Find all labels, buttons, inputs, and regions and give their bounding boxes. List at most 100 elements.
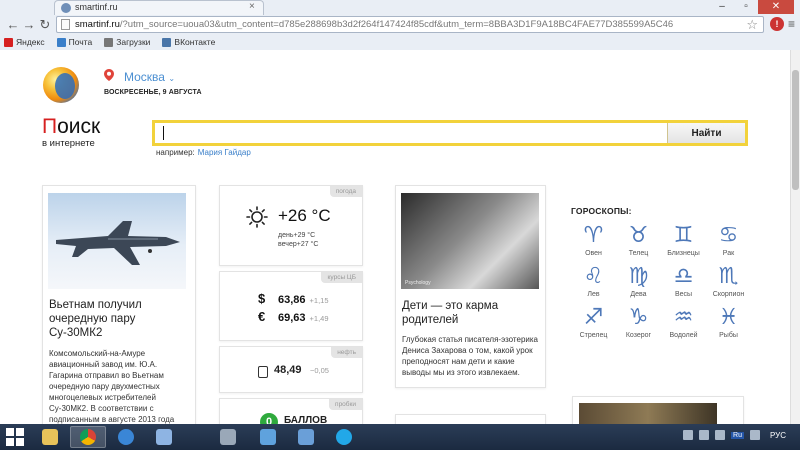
promo-card[interactable] [572, 396, 744, 424]
app-icon[interactable] [250, 426, 286, 448]
bookmark-star-icon[interactable]: ☆ [746, 17, 758, 33]
widget-tag: пробки [329, 399, 362, 410]
traffic-label: БАЛЛОВ [284, 415, 328, 424]
site-logo-icon[interactable] [43, 67, 79, 103]
horoscope-sign[interactable]: ♋ Рак [706, 223, 751, 258]
horoscope-sign[interactable]: ♒ Водолей [661, 305, 706, 340]
zodiac-icon: ♓ [718, 305, 739, 330]
eur-rate-row: € 69,63 +1,49 [258, 309, 329, 324]
translator-icon[interactable] [288, 426, 324, 448]
news-card[interactable]: Вьетнам получил очередную пару Су-30МК2 … [42, 185, 196, 424]
bookmarks-bar: Яндекс Почта Загрузки ВКонтакте [4, 36, 215, 48]
start-button-icon[interactable] [6, 428, 24, 446]
volume-icon[interactable] [715, 430, 726, 440]
rates-widget[interactable]: курсы ЦБ $ 63,86 +1,15 € 69,63 +1,49 [219, 271, 363, 341]
chevron-down-icon: ⌄ [168, 74, 176, 83]
traffic-widget[interactable]: пробки 0 БАЛЛОВ [219, 398, 363, 424]
maximize-icon[interactable]: ▫ [734, 0, 758, 14]
zodiac-icon: ♌ [583, 264, 604, 289]
horoscope-sign[interactable]: ♍ Дева [616, 265, 661, 299]
sign-name: Водолей [669, 332, 698, 339]
browser-tab[interactable]: smartinf.ru × [54, 0, 264, 15]
sign-name: Рыбы [719, 332, 738, 339]
horoscope-sign[interactable]: ♐ Стрелец [571, 306, 616, 340]
chrome-icon[interactable] [70, 426, 106, 448]
bookmark-item[interactable]: Почта [56, 36, 93, 48]
horoscope-sign[interactable]: ♈ Овен [571, 223, 616, 258]
extension-icon[interactable]: ! [770, 17, 784, 31]
network-icon[interactable] [749, 430, 760, 440]
zodiac-icon: ♏ [718, 264, 739, 289]
article-card[interactable]: Psychology Дети — это карма родителей Гл… [395, 185, 546, 388]
eur-rate: 69,63 [278, 312, 306, 324]
sign-name: Дева [630, 291, 647, 298]
eur-delta: +1,49 [309, 314, 329, 323]
scrollbar-thumb[interactable] [792, 70, 799, 190]
oil-barrel-icon [258, 366, 268, 378]
article-card-next[interactable] [395, 414, 546, 424]
tab-close-icon[interactable]: × [249, 1, 255, 12]
sign-name: Лев [587, 291, 600, 298]
oil-widget[interactable]: нефть 48,49 −0,05 [219, 346, 363, 393]
horoscope-sign[interactable]: ♉ Телец [616, 224, 661, 258]
horoscope-sign[interactable]: ♎ Весы [661, 264, 706, 299]
horoscope-sign[interactable]: ♊ Близнецы [661, 224, 706, 258]
tray-icon[interactable] [699, 430, 710, 440]
skype-icon[interactable] [326, 426, 362, 448]
usd-rate-row: $ 63,86 +1,15 [258, 291, 329, 306]
tray-icon[interactable] [683, 430, 694, 440]
system-tray: Ru РУС [683, 430, 786, 440]
tab-favicon-icon [61, 3, 71, 13]
horoscope-sign[interactable]: ♑ Козерог [616, 306, 661, 340]
bookmark-item[interactable]: ВКонтакте [162, 36, 215, 48]
sign-name: Скорпион [712, 291, 745, 298]
article-title[interactable]: Дети — это карма родителей [402, 299, 542, 327]
widget-tag: курсы ЦБ [321, 272, 362, 283]
zodiac-icon: ♈ [583, 223, 604, 248]
explorer-icon[interactable] [32, 426, 68, 448]
news-image[interactable] [48, 193, 186, 289]
image-caption: Psychology [405, 280, 431, 286]
sign-name: Рак [722, 250, 735, 257]
page-scrollbar[interactable] [790, 50, 800, 424]
search-input[interactable] [155, 123, 667, 143]
zodiac-icon: ♋ [718, 223, 739, 248]
network-app-icon[interactable] [146, 426, 182, 448]
bookmark-label: Загрузки [116, 37, 151, 47]
horoscope-sign[interactable]: ♓ Рыбы [706, 305, 751, 340]
search-button[interactable]: Найти [667, 123, 745, 143]
reload-icon[interactable]: ↻ [36, 17, 54, 33]
minimize-icon[interactable]: – [710, 0, 734, 14]
menu-icon[interactable]: ≡ [788, 17, 795, 31]
dollar-icon: $ [258, 291, 266, 306]
zodiac-icon: ♒ [673, 305, 694, 330]
day-temperature: день+29 °C [278, 232, 316, 239]
usd-delta: +1,15 [309, 296, 329, 305]
city-selector[interactable]: Москва ⌄ [124, 70, 175, 84]
windows-taskbar: Ru РУС [0, 424, 800, 450]
bookmark-item[interactable]: Яндекс [4, 36, 45, 48]
horoscope-sign[interactable]: ♏ Скорпион [706, 264, 751, 299]
location-pin-icon [104, 69, 114, 81]
text-caret [163, 126, 164, 140]
evening-temperature: вечер+27 °C [278, 241, 319, 248]
ie-icon[interactable] [108, 426, 144, 448]
news-text: Комсомольский-на-Амуре авиационный завод… [49, 349, 175, 424]
input-language[interactable]: РУС [770, 431, 786, 440]
weather-widget[interactable]: погода +26 °C день+29 °C вечер+27 °C [219, 185, 363, 266]
address-bar[interactable]: smartinf.ru/?utm_source=uoua03&utm_conte… [56, 16, 764, 33]
temperature: +26 °C [278, 206, 331, 225]
browser-chrome: smartinf.ru × – ▫ ✕ ← → ↻ smartinf.ru/?u… [0, 0, 800, 50]
article-image[interactable]: Psychology [401, 193, 539, 289]
language-badge[interactable]: Ru [731, 431, 744, 439]
news-title[interactable]: Вьетнам получил очередную пару Су-30МК2 [49, 298, 189, 340]
promo-image[interactable] [579, 403, 717, 424]
example-link[interactable]: Мария Гайдар [198, 148, 251, 157]
horoscope-sign[interactable]: ♌ Лев [571, 264, 616, 299]
calculator-icon[interactable] [210, 426, 246, 448]
url-text[interactable]: smartinf.ru/?utm_source=uoua03&utm_conte… [75, 19, 735, 30]
bookmark-label: Почта [68, 37, 93, 47]
zodiac-icon: ♎ [673, 264, 694, 289]
bookmark-item[interactable]: Загрузки [104, 36, 150, 48]
close-window-icon[interactable]: ✕ [758, 0, 794, 14]
